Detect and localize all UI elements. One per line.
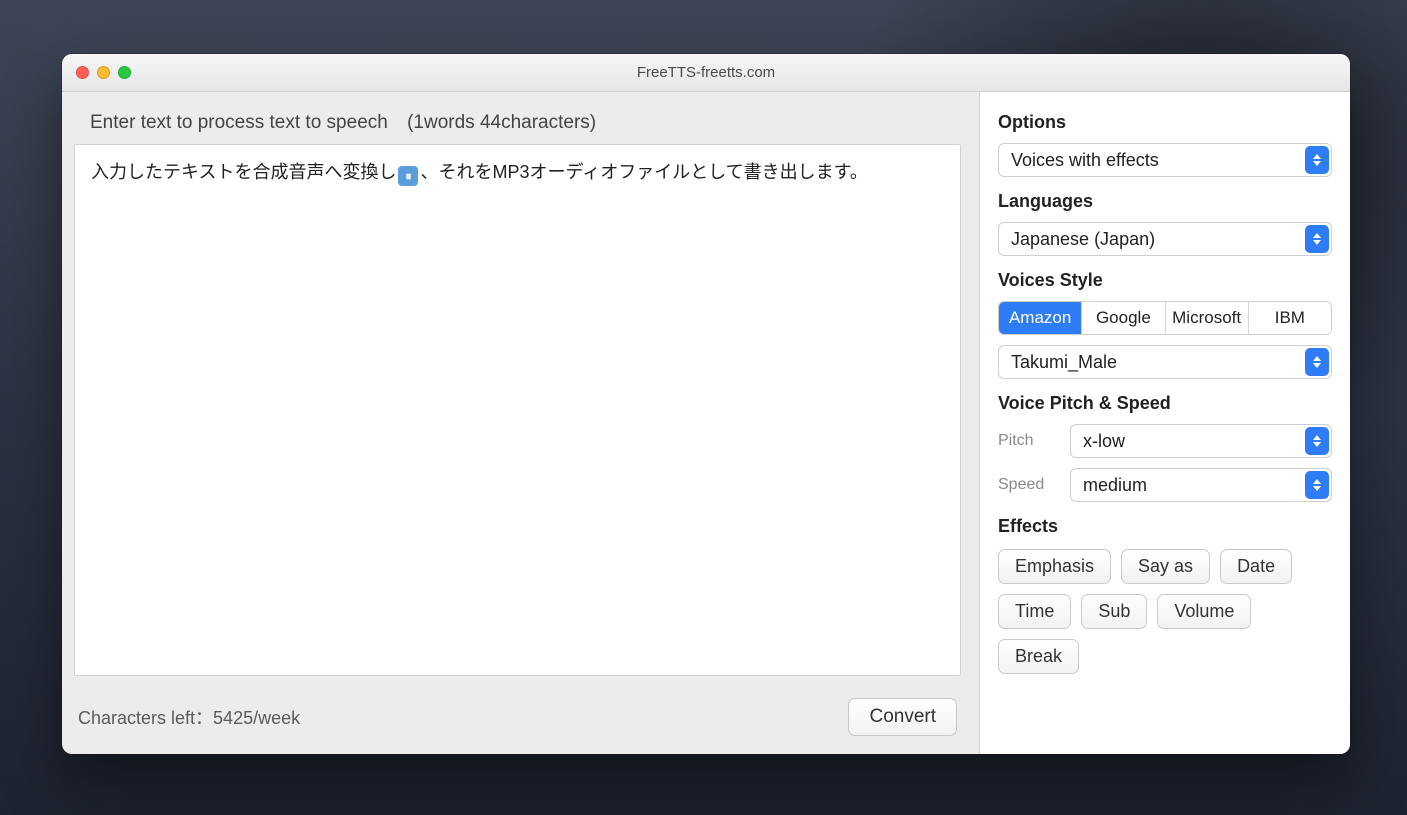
speed-row: Speed medium — [998, 468, 1332, 502]
speed-select[interactable]: medium — [1070, 468, 1332, 502]
languages-select[interactable]: Japanese (Japan) — [998, 222, 1332, 256]
main-panel: Enter text to process text to speech (1w… — [62, 92, 980, 754]
pitch-value: x-low — [1083, 431, 1125, 452]
minimize-icon[interactable] — [97, 66, 110, 79]
provider-tab-amazon[interactable]: Amazon — [999, 302, 1082, 334]
close-icon[interactable] — [76, 66, 89, 79]
languages-label: Languages — [998, 191, 1332, 212]
text-before: 入力したテキストを合成音声へ変換し — [91, 162, 396, 182]
effect-time[interactable]: Time — [998, 594, 1071, 629]
window-title: FreeTTS-freetts.com — [62, 64, 1350, 81]
voice-value: Takumi_Male — [1011, 352, 1117, 373]
zoom-icon[interactable] — [118, 66, 131, 79]
app-window: FreeTTS-freetts.com Enter text to proces… — [62, 54, 1350, 754]
select-stepper-icon — [1305, 471, 1329, 499]
effect-date[interactable]: Date — [1220, 549, 1292, 584]
effect-say-as[interactable]: Say as — [1121, 549, 1210, 584]
pitch-label: Pitch — [998, 432, 1056, 450]
languages-value: Japanese (Japan) — [1011, 229, 1155, 250]
effect-volume[interactable]: Volume — [1157, 594, 1251, 629]
word-char-counter: (1words 44characters) — [407, 112, 596, 133]
window-controls — [76, 66, 131, 79]
select-stepper-icon — [1305, 348, 1329, 376]
pause-icon[interactable] — [398, 166, 418, 186]
window-body: Enter text to process text to speech (1w… — [62, 92, 1350, 754]
prompt-line: Enter text to process text to speech (1w… — [76, 112, 961, 134]
provider-segmented: Amazon Google Microsoft IBM — [998, 301, 1332, 335]
effects-group: Emphasis Say as Date Time Sub Volume Bre… — [998, 549, 1332, 674]
prompt-label: Enter text to process text to speech — [90, 112, 388, 133]
pitch-row: Pitch x-low — [998, 424, 1332, 458]
main-footer: Characters left：5425/week Convert — [74, 698, 961, 736]
select-stepper-icon — [1305, 225, 1329, 253]
pitch-speed-label: Voice Pitch & Speed — [998, 393, 1332, 414]
titlebar: FreeTTS-freetts.com — [62, 54, 1350, 92]
options-label: Options — [998, 112, 1332, 133]
effect-break[interactable]: Break — [998, 639, 1079, 674]
text-input[interactable]: 入力したテキストを合成音声へ変換し 、それをMP3オーディオファイルとして書き出し… — [74, 144, 961, 676]
voice-select[interactable]: Takumi_Male — [998, 345, 1332, 379]
effect-sub[interactable]: Sub — [1081, 594, 1147, 629]
chars-left-label: Characters left：5425/week — [78, 704, 300, 730]
convert-button[interactable]: Convert — [848, 698, 957, 736]
speed-label: Speed — [998, 476, 1056, 494]
options-value: Voices with effects — [1011, 150, 1159, 171]
speed-value: medium — [1083, 475, 1147, 496]
voices-style-label: Voices Style — [998, 270, 1332, 291]
pitch-select[interactable]: x-low — [1070, 424, 1332, 458]
select-stepper-icon — [1305, 146, 1329, 174]
sidebar: Options Voices with effects Languages Ja… — [980, 92, 1350, 754]
options-select[interactable]: Voices with effects — [998, 143, 1332, 177]
select-stepper-icon — [1305, 427, 1329, 455]
effects-label: Effects — [998, 516, 1332, 537]
effect-emphasis[interactable]: Emphasis — [998, 549, 1111, 584]
provider-tab-ibm[interactable]: IBM — [1249, 302, 1331, 334]
provider-tab-google[interactable]: Google — [1082, 302, 1165, 334]
text-after: 、それをMP3オーディオファイルとして書き出します。 — [420, 162, 867, 182]
provider-tab-microsoft[interactable]: Microsoft — [1166, 302, 1249, 334]
